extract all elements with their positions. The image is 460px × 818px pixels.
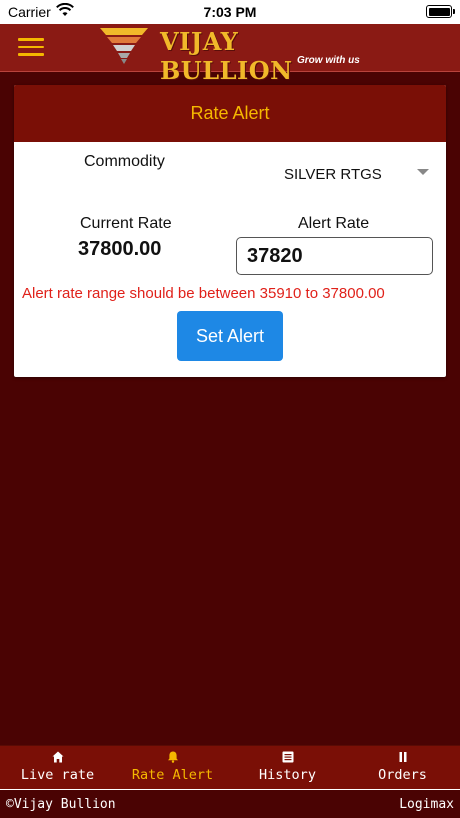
nav-item-live-rate[interactable]: Live rate xyxy=(0,746,115,790)
footer: ©Vijay Bullion Logimax xyxy=(0,789,460,818)
nav-item-rate-alert[interactable]: Rate Alert xyxy=(115,746,230,790)
home-icon xyxy=(52,751,63,763)
nav-label-orders: Orders xyxy=(378,767,427,783)
hamburger-menu-icon[interactable] xyxy=(18,38,44,58)
brand-logo: VIJAY BULLION Grow with us xyxy=(100,26,360,85)
commodity-label: Commodity xyxy=(84,153,165,170)
nav-item-orders[interactable]: Orders xyxy=(345,746,460,790)
commodity-dropdown[interactable]: SILVER RTGS xyxy=(276,161,436,187)
current-rate-label: Current Rate xyxy=(80,215,172,232)
app-header: VIJAY BULLION Grow with us xyxy=(0,24,460,85)
pause-icon xyxy=(399,752,406,762)
brand-tagline: Grow with us xyxy=(297,55,360,66)
nav-label-rate-alert: Rate Alert xyxy=(131,767,214,783)
nav-label-history: History xyxy=(259,767,316,783)
chevron-down-icon xyxy=(417,169,429,175)
current-rate-value: 37800.00 xyxy=(78,238,162,260)
nav-label-live-rate: Live rate xyxy=(20,767,95,783)
range-error-message: Alert rate range should be between 35910… xyxy=(22,285,385,302)
set-alert-button[interactable]: Set Alert xyxy=(177,311,283,361)
vendor-text: Logimax xyxy=(399,797,454,812)
rate-alert-card: Rate Alert Commodity SILVER RTGS Current… xyxy=(14,85,446,377)
bell-icon xyxy=(167,751,178,763)
alert-rate-input[interactable] xyxy=(236,237,433,275)
bottom-navigation: Live rate Rate Alert History Orders xyxy=(0,745,460,789)
clock-time: 7:03 PM xyxy=(203,4,257,20)
nav-item-history[interactable]: History xyxy=(230,746,345,790)
battery-icon xyxy=(426,5,455,18)
alert-rate-label: Alert Rate xyxy=(298,215,370,232)
logo-mark-icon xyxy=(100,28,148,64)
status-bar: Carrier 7:03 PM xyxy=(0,0,460,24)
copyright-text: ©Vijay Bullion xyxy=(6,797,116,812)
commodity-selected-value: SILVER RTGS xyxy=(284,166,382,183)
list-icon xyxy=(282,751,293,763)
card-title: Rate Alert xyxy=(14,85,446,142)
